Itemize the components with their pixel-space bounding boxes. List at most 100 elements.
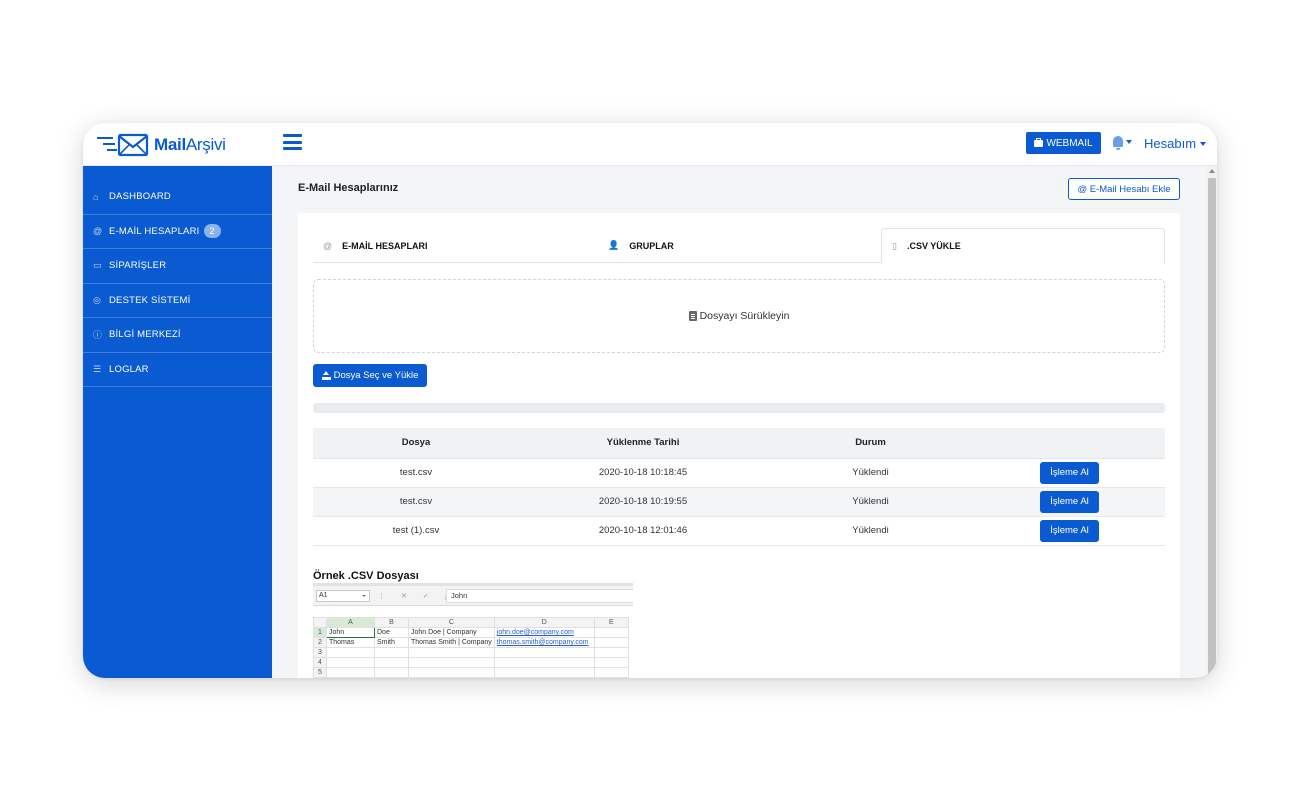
column-header-row: A B C D E bbox=[313, 617, 629, 628]
sheet-cell bbox=[593, 667, 629, 678]
globe-icon: ◎ bbox=[93, 294, 102, 305]
file-name-cell: test (1).csv bbox=[313, 516, 519, 546]
file-dropzone[interactable]: Dosyayı Sürükleyin bbox=[313, 279, 1165, 353]
tab-csv-upload[interactable]: ▯ .CSV YÜKLE bbox=[881, 228, 1165, 264]
sheet-cell bbox=[493, 657, 595, 668]
uploaded-files-table: Dosya Yüklenme Tarihi Durum test.csv 202… bbox=[313, 428, 1165, 546]
sheet-cell: thomas.smith@company.com bbox=[493, 637, 595, 648]
sidebar-item-label: E-MAİL HESAPLARI bbox=[109, 225, 200, 237]
scroll-up-icon[interactable] bbox=[1209, 169, 1215, 173]
top-navbar: MailArşivi WEBMAIL Hesabım bbox=[83, 123, 1217, 166]
column-letter: B bbox=[374, 617, 409, 628]
brand-logo[interactable]: MailArşivi bbox=[97, 132, 226, 158]
sheet-cell bbox=[374, 657, 409, 668]
sheet-row: 4 bbox=[313, 657, 629, 668]
content-card: @ E-MAİL HESAPLARI 👤 GRUPLAR ▯ .CSV YÜKL… bbox=[298, 213, 1180, 678]
sheet-cell bbox=[493, 667, 595, 678]
sheet-cell bbox=[326, 647, 375, 658]
sidebar-item-support[interactable]: ◎ DESTEK SİSTEMİ bbox=[83, 284, 272, 318]
sheet-cell: John Doe | Company bbox=[408, 627, 495, 638]
chevron-down-icon bbox=[1126, 139, 1132, 144]
sidebar-item-orders[interactable]: ▭ SİPARİŞLER bbox=[83, 249, 272, 284]
sidebar: ⌂ DASHBOARD @ E-MAİL HESAPLARI 2 ▭ SİPAR… bbox=[83, 166, 272, 678]
row-number: 3 bbox=[313, 647, 327, 658]
sidebar-item-email-accounts[interactable]: @ E-MAİL HESAPLARI 2 bbox=[83, 215, 272, 249]
tab-bar: @ E-MAİL HESAPLARI 👤 GRUPLAR ▯ .CSV YÜKL… bbox=[313, 228, 1165, 264]
upload-progress-bar bbox=[313, 403, 1165, 413]
column-header-actions bbox=[974, 428, 1165, 459]
sidebar-item-label: BİLGİ MERKEZİ bbox=[109, 329, 181, 341]
tab-email-accounts[interactable]: @ E-MAİL HESAPLARI bbox=[323, 228, 427, 263]
action-cell: İşleme Al bbox=[974, 516, 1165, 546]
app-window: MailArşivi WEBMAIL Hesabım ⌂ DASHBOARD @… bbox=[83, 123, 1217, 678]
column-letter: E bbox=[593, 617, 629, 628]
briefcase-icon bbox=[1034, 137, 1044, 147]
tab-label: E-MAİL HESAPLARI bbox=[342, 240, 428, 251]
menu-toggle-icon[interactable] bbox=[283, 134, 302, 150]
main-content: E-Mail Hesaplarınız @ E-Mail Hesabı Ekle… bbox=[272, 166, 1207, 678]
upload-date-cell: 2020-10-18 10:19:55 bbox=[519, 487, 767, 517]
sidebar-item-knowledge-base[interactable]: ⓘ BİLGİ MERKEZİ bbox=[83, 318, 272, 353]
row-number: 1 bbox=[313, 627, 327, 638]
tab-label: .CSV YÜKLE bbox=[906, 241, 961, 251]
sidebar-item-logs[interactable]: ☰ LOGLAR bbox=[83, 353, 272, 387]
bell-icon bbox=[1113, 136, 1123, 150]
sheet-cell bbox=[408, 657, 495, 668]
column-letter: D bbox=[493, 617, 595, 628]
action-cell: İşleme Al bbox=[974, 458, 1165, 488]
sidebar-item-label: DASHBOARD bbox=[109, 191, 171, 203]
sheet-cell: Thomas bbox=[326, 637, 375, 648]
table-row: test.csv 2020-10-18 10:18:45 Yüklendi İş… bbox=[313, 458, 1165, 488]
spreadsheet-grid: A B C D E 1 John Doe John Doe | Company … bbox=[313, 617, 629, 678]
vertical-scrollbar[interactable] bbox=[1207, 166, 1217, 678]
sidebar-item-dashboard[interactable]: ⌂ DASHBOARD bbox=[83, 180, 272, 215]
process-button[interactable]: İşleme Al bbox=[1040, 519, 1099, 542]
status-cell: Yüklendi bbox=[767, 516, 974, 546]
sheet-cell bbox=[374, 647, 409, 658]
at-icon: @ bbox=[323, 240, 333, 251]
users-icon: 👤 bbox=[608, 240, 620, 250]
sidebar-item-label: LOGLAR bbox=[109, 363, 149, 375]
tab-groups[interactable]: 👤 GRUPLAR bbox=[608, 228, 674, 263]
account-dropdown[interactable]: Hesabım bbox=[1144, 136, 1207, 151]
tab-label: GRUPLAR bbox=[629, 240, 674, 251]
upload-date-cell: 2020-10-18 12:01:46 bbox=[519, 516, 767, 546]
upload-file-button[interactable]: Dosya Seç ve Yükle bbox=[313, 364, 427, 387]
list-icon: ☰ bbox=[93, 363, 102, 374]
table-row: test (1).csv 2020-10-18 12:01:46 Yüklend… bbox=[313, 516, 1165, 546]
brand-name-light: Arşivi bbox=[185, 135, 226, 154]
sheet-cell bbox=[326, 657, 375, 668]
mail-envelope-icon bbox=[97, 133, 149, 157]
sidebar-item-label: SİPARİŞLER bbox=[109, 260, 167, 272]
webmail-button[interactable]: WEBMAIL bbox=[1026, 132, 1101, 154]
page-title: E-Mail Hesaplarınız bbox=[298, 182, 399, 194]
process-button[interactable]: İşleme Al bbox=[1040, 490, 1099, 513]
scrollbar-thumb[interactable] bbox=[1208, 178, 1216, 675]
brand-name: MailArşivi bbox=[154, 135, 226, 155]
formula-value: John bbox=[446, 589, 633, 603]
row-number: 2 bbox=[313, 637, 327, 648]
row-number: 4 bbox=[313, 657, 327, 668]
notifications-dropdown[interactable] bbox=[1113, 136, 1132, 150]
column-letter: A bbox=[326, 617, 375, 628]
sample-csv-spreadsheet-image: A1 ⋮ ✕ ✓ ƒ John A B C D E 1 John Doe Joh… bbox=[313, 583, 633, 678]
file-name-cell: test.csv bbox=[313, 487, 519, 517]
file-name-cell: test.csv bbox=[313, 458, 519, 488]
sheet-row: 1 John Doe John Doe | Company john.doe@c… bbox=[313, 627, 629, 638]
process-button[interactable]: İşleme Al bbox=[1040, 461, 1099, 484]
upload-button-label: Dosya Seç ve Yükle bbox=[333, 370, 419, 381]
sheet-row: 5 bbox=[313, 667, 629, 678]
sheet-row: 3 bbox=[313, 647, 629, 658]
webmail-label: WEBMAIL bbox=[1046, 137, 1093, 149]
formula-icons: ⋮ ✕ ✓ ƒ bbox=[378, 592, 456, 600]
sidebar-item-label: DESTEK SİSTEMİ bbox=[109, 294, 191, 306]
count-badge: 2 bbox=[203, 224, 221, 239]
sheet-row: 2 Thomas Smith Thomas Smith | Company th… bbox=[313, 637, 629, 648]
upload-date-cell: 2020-10-18 10:18:45 bbox=[519, 458, 767, 488]
cell-name-box: A1 bbox=[316, 589, 370, 602]
corner-cell bbox=[313, 617, 327, 628]
add-email-account-button[interactable]: @ E-Mail Hesabı Ekle bbox=[1068, 178, 1180, 200]
status-cell: Yüklendi bbox=[767, 487, 974, 517]
sample-csv-title: Örnek .CSV Dosyası bbox=[313, 570, 419, 582]
credit-card-icon: ▭ bbox=[93, 260, 102, 271]
